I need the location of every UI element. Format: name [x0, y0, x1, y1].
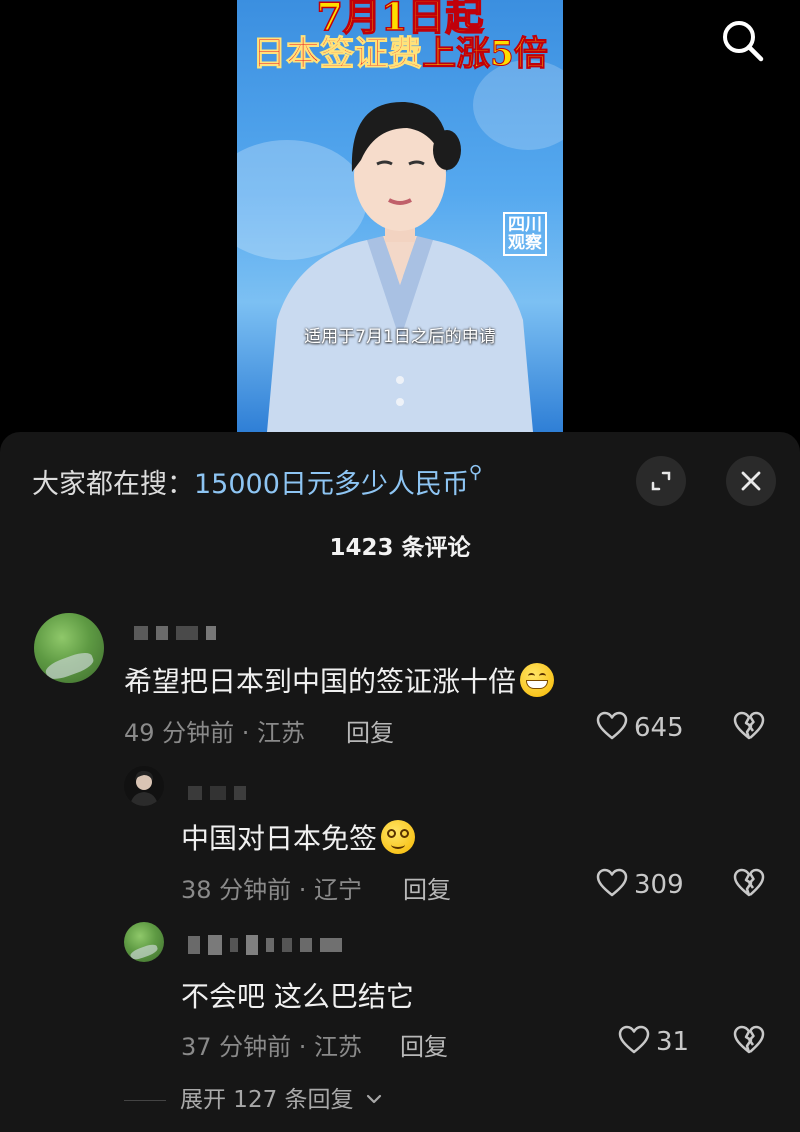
person-avatar-image	[130, 770, 158, 806]
heart-icon	[596, 868, 628, 897]
username-blurred[interactable]	[134, 622, 224, 644]
username-blurred[interactable]	[188, 934, 350, 956]
username-blurred[interactable]	[188, 782, 254, 804]
hot-search-label: 大家都在搜：	[32, 469, 194, 500]
like-count: 31	[656, 1027, 690, 1057]
dizzy-smile-emoji	[381, 820, 416, 854]
avatar[interactable]	[34, 613, 104, 683]
reply-button[interactable]: 回复	[400, 1027, 448, 1062]
avatar[interactable]	[124, 766, 164, 806]
video-headline-line2: 日本签证费上涨5倍	[237, 26, 563, 75]
close-icon	[741, 471, 761, 491]
heart-icon	[596, 711, 628, 740]
expand-replies-label[interactable]: 展开 127 条回复	[180, 1087, 354, 1113]
reply-button[interactable]: 回复	[346, 713, 394, 748]
close-button[interactable]	[726, 456, 776, 506]
comment-meta: 37 分钟前 · 江苏	[181, 1033, 363, 1061]
comments-count-title: 1423 条评论	[329, 535, 471, 561]
divider-line	[124, 1100, 166, 1101]
comment-meta: 49 分钟前 · 江苏	[124, 719, 306, 747]
comment-text: 中国对日本免签	[181, 817, 416, 857]
news-anchor-figure	[267, 101, 533, 432]
small-search-icon: ⚲	[468, 462, 483, 483]
broken-heart-icon	[733, 711, 765, 740]
search-button[interactable]	[716, 14, 770, 68]
video-subtitle: 适用于7月1日之后的申请	[304, 327, 496, 347]
comment-text: 不会吧 这么巴结它	[181, 980, 414, 1013]
video-player[interactable]: 7月1日起 日本签证费上涨5倍 四川 观察 适用于7月1日之后的申请	[237, 0, 563, 432]
expand-replies-row[interactable]: 展开 127 条回复	[124, 1080, 383, 1114]
hot-search-query[interactable]: 15000日元多少人民币	[194, 469, 469, 500]
like-count: 645	[634, 713, 684, 743]
heart-icon	[618, 1025, 650, 1054]
comment-meta: 38 分钟前 · 辽宁	[181, 876, 363, 904]
like-count: 309	[634, 870, 684, 900]
hot-search-bar: 大家都在搜：15000日元多少人民币⚲	[32, 462, 482, 501]
expand-button[interactable]	[636, 456, 686, 506]
like-button[interactable]: 309	[596, 868, 684, 900]
broken-heart-icon	[733, 1025, 765, 1054]
like-button[interactable]: 31	[618, 1025, 689, 1057]
expand-icon	[651, 471, 671, 491]
dislike-button[interactable]	[733, 711, 765, 745]
tv-station-logo: 四川 观察	[503, 212, 547, 256]
dislike-button[interactable]	[733, 868, 765, 902]
avatar[interactable]	[124, 922, 164, 962]
chevron-down-icon	[366, 1094, 381, 1104]
broken-heart-icon	[733, 868, 765, 897]
search-icon	[723, 21, 764, 62]
comment-text-content: 希望把日本到中国的签证涨十倍	[124, 665, 517, 698]
dislike-button[interactable]	[733, 1025, 765, 1059]
like-button[interactable]: 645	[596, 711, 684, 743]
headline-red-part: 日本签证费	[252, 34, 423, 75]
comment-text: 希望把日本到中国的签证涨十倍	[124, 660, 555, 700]
grinning-emoji	[520, 663, 555, 697]
comments-panel: 大家都在搜：15000日元多少人民币⚲ 1423 条评论 希望把日本到中国的签证…	[0, 432, 800, 1132]
headline-yellow-part: 上涨5倍	[422, 34, 549, 75]
comment-text-content: 中国对日本免签	[181, 822, 378, 855]
reply-button[interactable]: 回复	[403, 870, 451, 905]
